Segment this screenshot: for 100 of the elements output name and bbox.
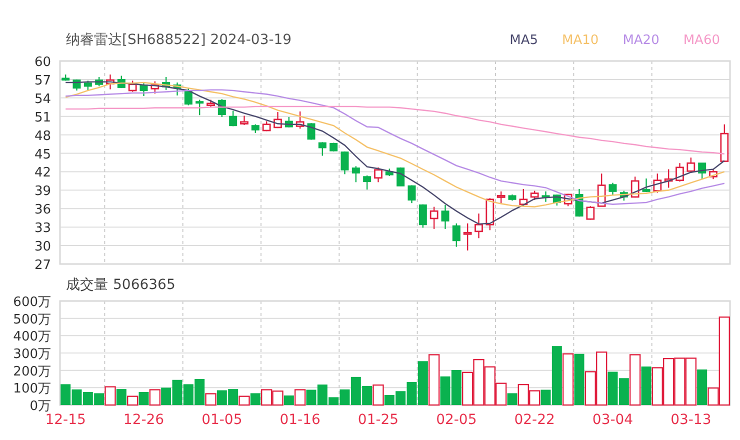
candlestick — [597, 174, 606, 207]
volume-bar — [473, 358, 484, 406]
axis-label: 27 — [34, 258, 51, 271]
candlestick — [608, 182, 617, 194]
candlestick — [173, 82, 182, 96]
axis-label: 51 — [34, 110, 51, 126]
axis-label: 300万 — [13, 347, 51, 362]
candlestick — [229, 110, 238, 126]
axis-label: 0万 — [30, 399, 51, 414]
axis-label: 03-04 — [592, 412, 634, 428]
candlestick — [496, 191, 506, 204]
candlestick — [274, 112, 282, 128]
volume-value: 5066365 — [113, 277, 176, 293]
volume-bar — [149, 389, 161, 406]
volume-bar — [641, 366, 652, 405]
candlestick — [441, 204, 450, 229]
candlestick — [106, 74, 114, 90]
chart-title: 纳睿雷达[SH688522] 2024-03-19 — [66, 31, 292, 49]
candlestick — [519, 188, 528, 206]
axis-label: 02-05 — [436, 412, 477, 428]
volume-bar — [82, 392, 93, 405]
candlestick — [374, 167, 382, 182]
candlestick — [408, 185, 416, 204]
axis-label: 42 — [34, 166, 51, 181]
candlestick — [664, 169, 673, 188]
candlestick — [463, 223, 472, 250]
candlestick — [698, 162, 706, 180]
volume-label: 成交量 — [66, 276, 108, 294]
candlestick — [486, 198, 494, 230]
axis-label: 01-16 — [280, 412, 320, 428]
volume-bar — [674, 358, 686, 406]
candlestick — [340, 151, 349, 174]
volume-bar — [216, 390, 227, 405]
candlestick — [653, 174, 662, 193]
volume-bar — [685, 358, 697, 406]
candlestick — [630, 176, 640, 198]
axis-label: 36 — [34, 202, 51, 218]
volume-bar — [562, 353, 574, 406]
axis-label: 600万 — [13, 296, 51, 310]
candlestick — [206, 100, 215, 108]
candlestick — [162, 77, 170, 90]
candlestick — [508, 194, 516, 201]
candlestick — [363, 175, 372, 190]
volume-bar — [306, 390, 316, 405]
candlestick — [575, 188, 584, 217]
volume-bar — [60, 384, 71, 405]
candlestick — [564, 194, 572, 206]
axis-label: 12-15 — [45, 412, 86, 428]
axis-label: 500万 — [13, 312, 51, 328]
candlestick — [686, 158, 696, 173]
volume-bar — [72, 389, 82, 405]
candlestick — [430, 206, 438, 229]
volume-bar — [462, 372, 474, 406]
axis-label: 03-13 — [670, 412, 712, 428]
legend-label: MA5 — [510, 32, 538, 48]
candlestick — [620, 190, 628, 201]
candlestick — [720, 124, 729, 162]
candlestick — [542, 191, 550, 202]
axis-label: 30 — [34, 240, 51, 255]
candlestick — [330, 142, 338, 152]
candlestick — [72, 79, 81, 91]
volume-bar — [662, 358, 674, 406]
candlestick — [117, 76, 126, 88]
candlestick — [385, 168, 394, 176]
axis-label: 400万 — [13, 330, 51, 345]
legend-label: MA10 — [562, 32, 599, 48]
axis-label: 48 — [34, 128, 51, 144]
axis-label: 60 — [34, 55, 51, 70]
candlestick — [128, 80, 137, 92]
candlestick — [586, 206, 595, 220]
candlestick — [418, 204, 427, 228]
candlestick — [296, 111, 304, 129]
candlestick — [95, 77, 104, 86]
volume-bar — [451, 370, 462, 405]
candlestick — [530, 190, 539, 200]
candlestick — [62, 74, 70, 81]
candlestick — [352, 166, 360, 182]
legend-label: MA60 — [683, 32, 720, 48]
candlestick — [318, 142, 326, 156]
candlestick — [150, 81, 160, 94]
axis-label: 200万 — [13, 364, 51, 380]
candlestick — [396, 167, 405, 186]
candlestick — [184, 88, 192, 106]
candlestick — [251, 124, 260, 133]
candlestick — [240, 116, 248, 125]
axis-label: 100万 — [13, 382, 51, 397]
volume-bar — [183, 384, 194, 405]
axis-label: 01-25 — [358, 412, 399, 428]
candlestick — [676, 163, 684, 182]
volume-bar — [138, 392, 149, 405]
candlestick — [709, 169, 718, 180]
candlestick — [307, 123, 316, 140]
candlestick — [474, 214, 483, 238]
axis-label: 57 — [34, 73, 51, 88]
candlestick — [196, 100, 204, 116]
candlestick — [262, 121, 271, 132]
axis-label: 54 — [34, 92, 51, 107]
volume-bar — [528, 390, 540, 406]
candlestick — [84, 80, 92, 91]
legend-label: MA20 — [622, 32, 660, 48]
